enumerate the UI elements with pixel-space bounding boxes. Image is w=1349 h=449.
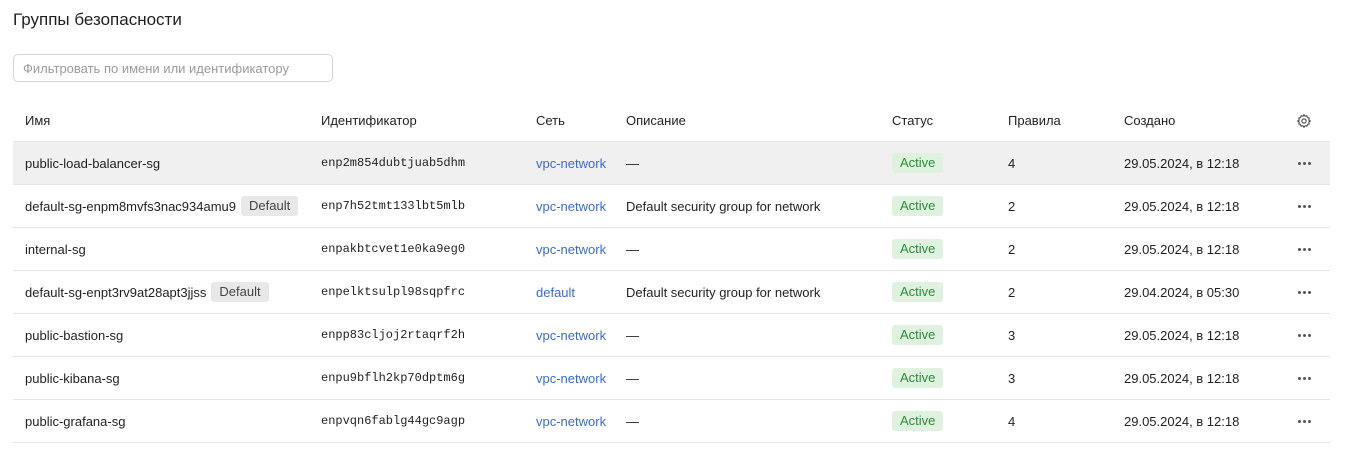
- group-name[interactable]: public-grafana-sg: [25, 414, 125, 429]
- rules-count: 2: [1008, 198, 1016, 214]
- network-link[interactable]: vpc-network: [536, 371, 606, 386]
- security-groups-page: Группы безопасности Имя Идентификатор Се…: [0, 0, 1349, 449]
- created-date: 29.05.2024, в 12:18: [1124, 198, 1240, 214]
- group-description: —: [626, 327, 639, 343]
- table-row[interactable]: internal-sg enpakbtcvet1e0ka9eg0 vpc-netwo…: [13, 228, 1330, 271]
- more-horizontal-icon[interactable]: [1297, 204, 1311, 208]
- table-row[interactable]: default-sg-enpt3rv9at28apt3jjss Default en…: [13, 271, 1330, 314]
- more-horizontal-icon[interactable]: [1297, 161, 1311, 165]
- rules-count: 2: [1008, 241, 1016, 257]
- created-date: 29.05.2024, в 12:18: [1124, 155, 1240, 171]
- created-date: 29.05.2024, в 12:18: [1124, 413, 1240, 429]
- column-header-id[interactable]: Идентификатор: [321, 100, 417, 141]
- rules-count: 4: [1008, 155, 1016, 171]
- group-description: —: [626, 413, 639, 429]
- status-badge: Active: [892, 239, 944, 259]
- group-id: enp2m854dubtjuab5dhm: [321, 156, 466, 170]
- more-horizontal-icon[interactable]: [1297, 290, 1311, 294]
- group-id: enp7h52tmt133lbt5mlb: [321, 199, 466, 213]
- more-horizontal-icon[interactable]: [1297, 333, 1311, 337]
- status-badge: Active: [892, 282, 944, 302]
- status-badge: Active: [892, 153, 944, 173]
- created-date: 29.04.2024, в 05:30: [1124, 284, 1240, 300]
- network-link[interactable]: default: [536, 285, 575, 300]
- group-description: —: [626, 241, 639, 257]
- group-id: enpu9bflh2kp70dptm6g: [321, 371, 466, 385]
- created-date: 29.05.2024, в 12:18: [1124, 370, 1240, 386]
- column-header-status[interactable]: Статус: [892, 100, 933, 141]
- filter-input[interactable]: [13, 54, 333, 82]
- rules-count: 3: [1008, 370, 1016, 386]
- more-horizontal-icon[interactable]: [1297, 419, 1311, 423]
- table-row[interactable]: default-sg-enpm8mvfs3nac934amu9 Default en…: [13, 185, 1330, 228]
- group-description: —: [626, 155, 639, 171]
- group-id: enpakbtcvet1e0ka9eg0: [321, 242, 466, 256]
- group-id: enpvqn6fablg44gc9agp: [321, 414, 466, 428]
- status-badge: Active: [892, 411, 944, 431]
- created-date: 29.05.2024, в 12:18: [1124, 327, 1240, 343]
- network-link[interactable]: vpc-network: [536, 242, 606, 257]
- column-header-created[interactable]: Создано: [1124, 100, 1175, 141]
- column-header-rules[interactable]: Правила: [1008, 100, 1061, 141]
- network-link[interactable]: vpc-network: [536, 328, 606, 343]
- group-id: enpp83cljoj2rtaqrf2h: [321, 328, 466, 342]
- group-id: enpelktsulpl98sqpfrc: [321, 285, 466, 299]
- security-groups-table: Имя Идентификатор Сеть Описание Статус П…: [13, 100, 1330, 443]
- status-badge: Active: [892, 325, 944, 345]
- group-name[interactable]: public-load-balancer-sg: [25, 156, 160, 171]
- group-name[interactable]: public-bastion-sg: [25, 328, 123, 343]
- more-horizontal-icon[interactable]: [1297, 247, 1311, 251]
- group-name[interactable]: internal-sg: [25, 242, 86, 257]
- page-title: Группы безопасности: [13, 10, 182, 29]
- group-description: Default security group for network: [626, 284, 821, 300]
- group-description: —: [626, 370, 639, 386]
- group-name[interactable]: public-kibana-sg: [25, 371, 120, 386]
- network-link[interactable]: vpc-network: [536, 199, 606, 214]
- default-badge: Default: [241, 196, 299, 216]
- status-badge: Active: [892, 368, 944, 388]
- rules-count: 2: [1008, 284, 1016, 300]
- status-badge: Active: [892, 196, 944, 216]
- table-row[interactable]: public-grafana-sg enpvqn6fablg44gc9agp vpc…: [13, 400, 1330, 443]
- group-description: Default security group for network: [626, 198, 821, 214]
- column-header-network[interactable]: Сеть: [536, 100, 565, 141]
- network-link[interactable]: vpc-network: [536, 414, 606, 429]
- rules-count: 3: [1008, 327, 1016, 343]
- network-link[interactable]: vpc-network: [536, 156, 606, 171]
- group-name[interactable]: default-sg-enpm8mvfs3nac934amu9: [25, 199, 236, 214]
- gear-icon[interactable]: [1296, 113, 1312, 129]
- rules-count: 4: [1008, 413, 1016, 429]
- column-header-name[interactable]: Имя: [25, 100, 50, 141]
- table-header: Имя Идентификатор Сеть Описание Статус П…: [13, 100, 1330, 142]
- default-badge: Default: [211, 282, 269, 302]
- table-row[interactable]: public-bastion-sg enpp83cljoj2rtaqrf2h vpc…: [13, 314, 1330, 357]
- group-name[interactable]: default-sg-enpt3rv9at28apt3jjss: [25, 285, 206, 300]
- table-row[interactable]: public-kibana-sg enpu9bflh2kp70dptm6g vpc-…: [13, 357, 1330, 400]
- more-horizontal-icon[interactable]: [1297, 376, 1311, 380]
- column-header-description[interactable]: Описание: [626, 100, 686, 141]
- table-row[interactable]: public-load-balancer-sg enp2m854dubtjuab5…: [13, 142, 1330, 185]
- created-date: 29.05.2024, в 12:18: [1124, 241, 1240, 257]
